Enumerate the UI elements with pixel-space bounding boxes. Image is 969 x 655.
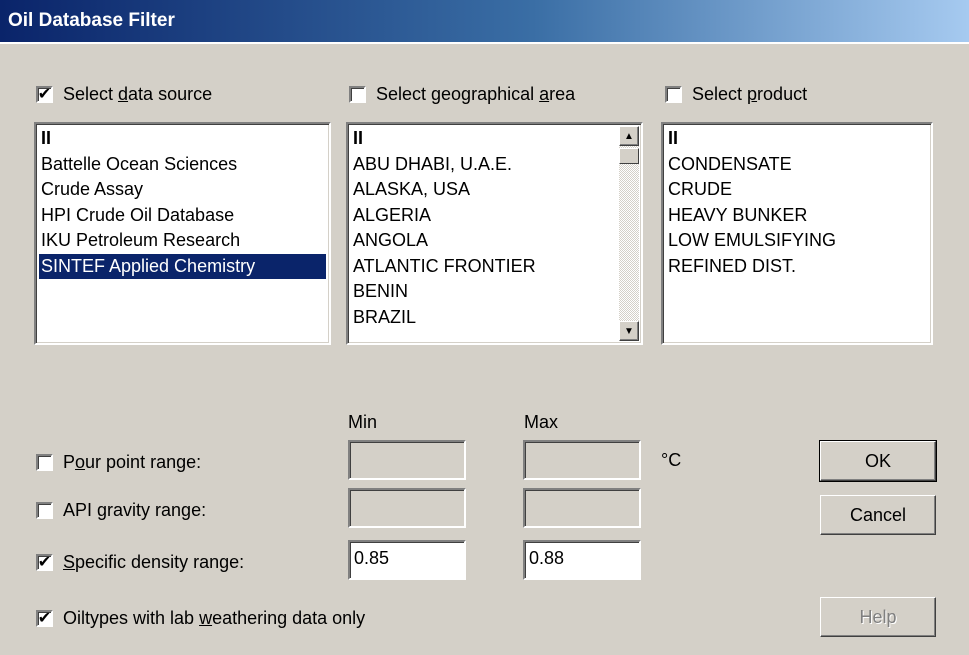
list-item[interactable]: II — [666, 126, 928, 152]
lab-weathering-check-icon: ✔ — [36, 609, 53, 627]
list-item[interactable]: ALGERIA — [351, 203, 615, 229]
celsius-unit-label: °C — [661, 450, 682, 470]
list-item[interactable]: SINTEF Applied Chemistry — [39, 253, 326, 279]
list-item[interactable]: II — [39, 126, 326, 152]
api-gravity-checkbox[interactable]: API gravity range: — [36, 500, 206, 521]
list-item[interactable]: BENIN — [351, 279, 615, 305]
list-item[interactable]: Battelle Ocean Sciences — [39, 152, 326, 178]
window-title: Oil Database Filter — [8, 10, 175, 31]
api-gravity-max-input[interactable] — [523, 488, 641, 528]
select-data-source-label: Select data source — [63, 84, 213, 104]
specific-density-max-input[interactable]: 0.88 — [523, 540, 641, 580]
list-item[interactable]: IKU Petroleum Research — [39, 228, 326, 254]
scroll-up-arrow-icon[interactable]: ▲ — [619, 126, 639, 146]
pour-point-min-input[interactable] — [348, 440, 466, 480]
list-item[interactable]: ANGOLA — [351, 228, 615, 254]
geo-area-listbox[interactable]: II ABU DHABI, U.A.E. ALASKA, USA ALGERIA ANG… — [346, 122, 643, 345]
api-gravity-min-input[interactable] — [348, 488, 466, 528]
cancel-button[interactable]: Cancel — [820, 495, 936, 535]
list-item[interactable]: Crude Assay — [39, 177, 326, 203]
pour-point-label: Pour point range: — [63, 452, 202, 472]
pour-point-checkbox-box — [36, 454, 53, 471]
scroll-thumb[interactable] — [619, 148, 639, 164]
list-item[interactable]: CONDENSATE — [666, 152, 928, 178]
list-item[interactable]: HEAVY BUNKER — [666, 203, 928, 229]
select-geo-area-label: Select geographical area — [376, 84, 576, 104]
list-item[interactable]: ALASKA, USA — [351, 177, 615, 203]
list-item[interactable]: BRAZIL — [351, 305, 615, 331]
data-source-listbox[interactable]: II Battelle Ocean Sciences Crude Assay HPI … — [34, 122, 331, 345]
product-checkbox-box — [665, 86, 682, 103]
lab-weathering-label: Oiltypes with lab weathering data only — [63, 608, 366, 628]
pour-point-checkbox[interactable]: Pour point range: — [36, 452, 201, 473]
title-bar: Oil Database Filter — [0, 0, 969, 44]
lab-weathering-checkbox[interactable]: ✔ Oiltypes with lab weathering data only — [36, 608, 365, 629]
api-gravity-label: API gravity range: — [63, 500, 207, 520]
geo-area-scrollbar[interactable]: ▲ ▼ — [619, 126, 639, 341]
list-item[interactable]: ABU DHABI, U.A.E. — [351, 152, 615, 178]
specific-density-checkbox[interactable]: ✔ Specific density range: — [36, 552, 244, 573]
select-geo-area-checkbox[interactable]: Select geographical area — [349, 84, 575, 105]
list-item[interactable]: HPI Crude Oil Database — [39, 203, 326, 229]
geo-area-checkbox-box — [349, 86, 366, 103]
list-item[interactable]: CRUDE — [666, 177, 928, 203]
specific-density-label: Specific density range: — [63, 552, 245, 572]
list-item[interactable]: ATLANTIC FRONTIER — [351, 254, 615, 280]
help-button[interactable]: Help — [820, 597, 936, 637]
pour-point-max-input[interactable] — [523, 440, 641, 480]
max-header: Max — [524, 412, 559, 432]
api-gravity-checkbox-box — [36, 502, 53, 519]
list-item[interactable]: LOW EMULSIFYING — [666, 228, 928, 254]
select-product-label: Select product — [692, 84, 808, 104]
specific-density-min-input[interactable]: 0.85 — [348, 540, 466, 580]
min-header: Min — [348, 412, 378, 432]
select-product-checkbox[interactable]: Select product — [665, 84, 807, 105]
list-item[interactable]: II — [351, 126, 615, 152]
product-listbox[interactable]: II CONDENSATE CRUDE HEAVY BUNKER LOW EMULSIF… — [661, 122, 933, 345]
select-data-source-checkbox[interactable]: ✔ Select data source — [36, 84, 212, 105]
specific-density-check-icon: ✔ — [36, 553, 53, 571]
data-source-check-icon: ✔ — [36, 85, 53, 103]
ok-button[interactable]: OK — [819, 440, 937, 482]
scroll-down-arrow-icon[interactable]: ▼ — [619, 321, 639, 341]
list-item[interactable]: REFINED DIST. — [666, 254, 928, 280]
